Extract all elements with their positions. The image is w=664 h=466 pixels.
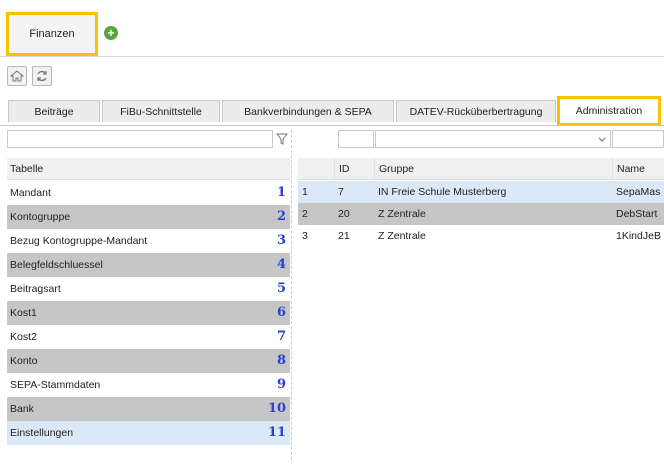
table-item-konto[interactable]: Konto 8: [7, 349, 290, 373]
add-tab-icon[interactable]: +: [104, 26, 118, 40]
data-grid: ID Gruppe Name 1 7 IN Freie Schule Muste…: [298, 130, 664, 270]
list-item-label: Mandant: [10, 187, 51, 199]
grid-header-rownum: [298, 158, 334, 180]
subtab-divider: [0, 125, 664, 126]
cell-gruppe: Z Zentrale: [378, 208, 426, 220]
table-item-beitragsart[interactable]: Beitragsart 5: [7, 277, 290, 301]
subtab-bankverbindungen-sepa[interactable]: Bankverbindungen & SEPA: [222, 100, 394, 122]
list-item-label: Bank: [10, 403, 34, 415]
home-button[interactable]: [7, 66, 27, 86]
table-filter-input[interactable]: [7, 130, 273, 148]
subtab-beitraege[interactable]: Beiträge: [8, 100, 100, 122]
subtab-label: Administration: [575, 105, 643, 117]
cell-name: 1KindJeB: [616, 230, 661, 242]
name-filter-input[interactable]: [612, 130, 664, 148]
cell-id: 21: [338, 230, 350, 242]
tab-finanzen-label: Finanzen: [29, 28, 75, 40]
id-filter-input[interactable]: [338, 130, 374, 148]
gruppe-filter-select[interactable]: [375, 130, 611, 148]
list-item-label: Einstellungen: [10, 427, 74, 439]
table-item-belegfeldschluessel[interactable]: Belegfeldschluessel 4: [7, 253, 290, 277]
subtab-label: FiBu-Schnittstelle: [120, 105, 202, 118]
subtab-administration[interactable]: Administration: [557, 96, 661, 126]
home-icon: [10, 70, 24, 82]
subtab-fibu-schnittstelle[interactable]: FiBu-Schnittstelle: [102, 100, 220, 122]
filter-icon[interactable]: [275, 132, 289, 146]
table-item-mandant[interactable]: Mandant 1: [7, 181, 290, 205]
row-number: 10: [268, 401, 287, 416]
list-item-label: SEPA-Stammdaten: [10, 379, 101, 391]
tab-finanzen[interactable]: Finanzen: [6, 12, 98, 56]
grid-header-name[interactable]: Name: [612, 158, 664, 180]
subtab-label: Bankverbindungen & SEPA: [244, 105, 372, 118]
table-row[interactable]: 3 21 Z Zentrale 1KindJeB: [298, 225, 664, 247]
row-index: 1: [302, 186, 308, 198]
list-item-label: Bezug Kontogruppe-Mandant: [10, 235, 148, 247]
cell-id: 7: [338, 186, 344, 198]
panel-splitter[interactable]: [291, 130, 292, 460]
table-row[interactable]: 1 7 IN Freie Schule Musterberg SepaMas: [298, 181, 664, 203]
grid-header-row: ID Gruppe Name: [298, 158, 664, 180]
row-number: 3: [276, 233, 286, 248]
chevron-down-icon: [598, 137, 606, 142]
row-index: 2: [302, 208, 308, 220]
row-number: 2: [276, 209, 286, 224]
grid-header-id[interactable]: ID: [334, 158, 374, 180]
subtab-bar: Beiträge FiBu-Schnittstelle Bankverbindu…: [0, 96, 664, 126]
row-number: 5: [276, 281, 286, 296]
cell-id: 20: [338, 208, 350, 220]
table-list-panel: Tabelle Mandant 1 Kontogruppe 2 Bezug Ko…: [7, 130, 290, 460]
row-number: 1: [276, 185, 286, 200]
refresh-icon: [37, 70, 47, 82]
list-item-label: Belegfeldschluessel: [10, 259, 103, 271]
table-row[interactable]: 2 20 Z Zentrale DebStart: [298, 203, 664, 225]
table-item-einstellungen[interactable]: Einstellungen 11: [7, 421, 290, 445]
table-column-header[interactable]: Tabelle: [7, 158, 290, 180]
row-index: 3: [302, 230, 308, 242]
table-item-kost1[interactable]: Kost1 6: [7, 301, 290, 325]
table-item-sepa-stammdaten[interactable]: SEPA-Stammdaten 9: [7, 373, 290, 397]
row-number: 4: [276, 257, 286, 272]
row-number: 8: [276, 353, 286, 368]
list-item-label: Konto: [10, 355, 38, 367]
subtab-label: Beiträge: [34, 105, 74, 118]
list-item-label: Kost1: [10, 307, 37, 319]
grid-header-gruppe[interactable]: Gruppe: [374, 158, 612, 180]
list-item-label: Kontogruppe: [10, 211, 71, 223]
subtab-label: DATEV-Rücküberbertragung: [409, 105, 543, 118]
table-item-bezug-kontogruppe-mandant[interactable]: Bezug Kontogruppe-Mandant 3: [7, 229, 290, 253]
row-number: 6: [276, 305, 286, 320]
list-item-label: Kost2: [10, 331, 37, 343]
cell-gruppe: Z Zentrale: [378, 230, 426, 242]
row-number: 9: [276, 377, 286, 392]
top-divider: [0, 56, 664, 57]
table-item-kontogruppe[interactable]: Kontogruppe 2: [7, 205, 290, 229]
table-item-bank[interactable]: Bank 10: [7, 397, 290, 421]
cell-name: DebStart: [616, 208, 658, 220]
cell-name: SepaMas: [616, 186, 661, 198]
row-number: 11: [268, 425, 287, 440]
list-item-label: Beitragsart: [10, 283, 61, 295]
top-tab-bar: Finanzen +: [0, 0, 664, 58]
cell-gruppe: IN Freie Schule Musterberg: [378, 186, 507, 198]
row-number: 7: [276, 329, 286, 344]
table-item-kost2[interactable]: Kost2 7: [7, 325, 290, 349]
subtab-datev[interactable]: DATEV-Rücküberbertragung: [396, 100, 556, 122]
refresh-button[interactable]: [32, 66, 52, 86]
